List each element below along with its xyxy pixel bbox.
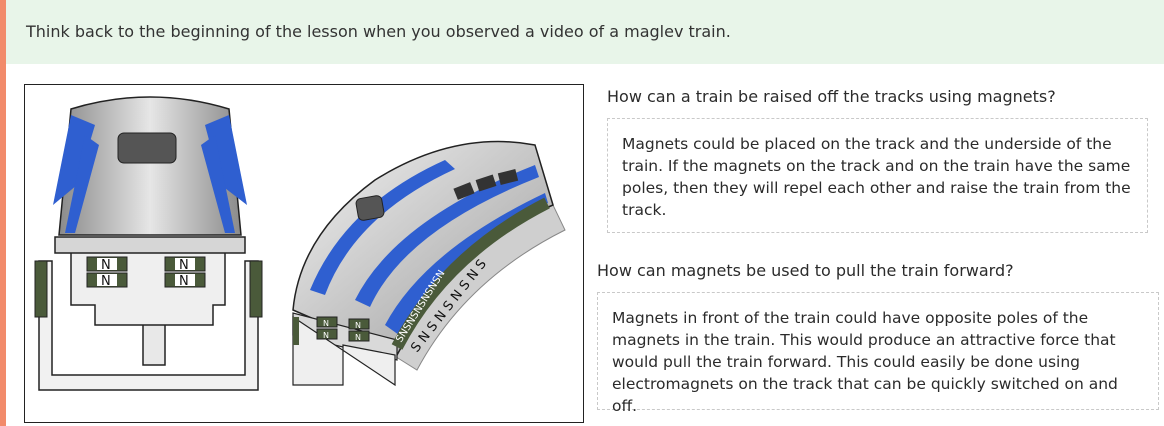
side-magnet-label-2: N (323, 331, 329, 340)
question-2: How can magnets be used to pull the trai… (597, 261, 1014, 280)
maglev-illustration: N N N N N N N N SNSNSNSNSNSN S N S N S N… (34, 96, 566, 391)
front-magnet-label-3: N (179, 258, 189, 273)
question-1: How can a train be raised off the tracks… (607, 87, 1056, 106)
front-magnet-label-1: N (101, 258, 111, 273)
side-magnet-label-4: N (355, 333, 361, 342)
front-magnet-label-2: N (101, 274, 111, 289)
maglev-figure: N N N N N N N N SNSNSNSNSNSN S N S N S N… (24, 84, 584, 423)
side-magnet-label-1: N (323, 319, 329, 328)
front-magnet-label-4: N (179, 274, 189, 289)
side-magnet-label-3: N (355, 321, 361, 330)
prompt-text: Think back to the beginning of the lesso… (26, 22, 731, 41)
answer-1-box: Magnets could be placed on the track and… (607, 118, 1148, 233)
answer-2-box: Magnets in front of the train could have… (597, 292, 1159, 415)
prompt-banner: Think back to the beginning of the lesso… (6, 0, 1164, 64)
side-view-train: N N N N SNSNSNSNSNSN S N S N S N S N S (292, 140, 566, 387)
front-view-train: N N N N (34, 96, 263, 391)
